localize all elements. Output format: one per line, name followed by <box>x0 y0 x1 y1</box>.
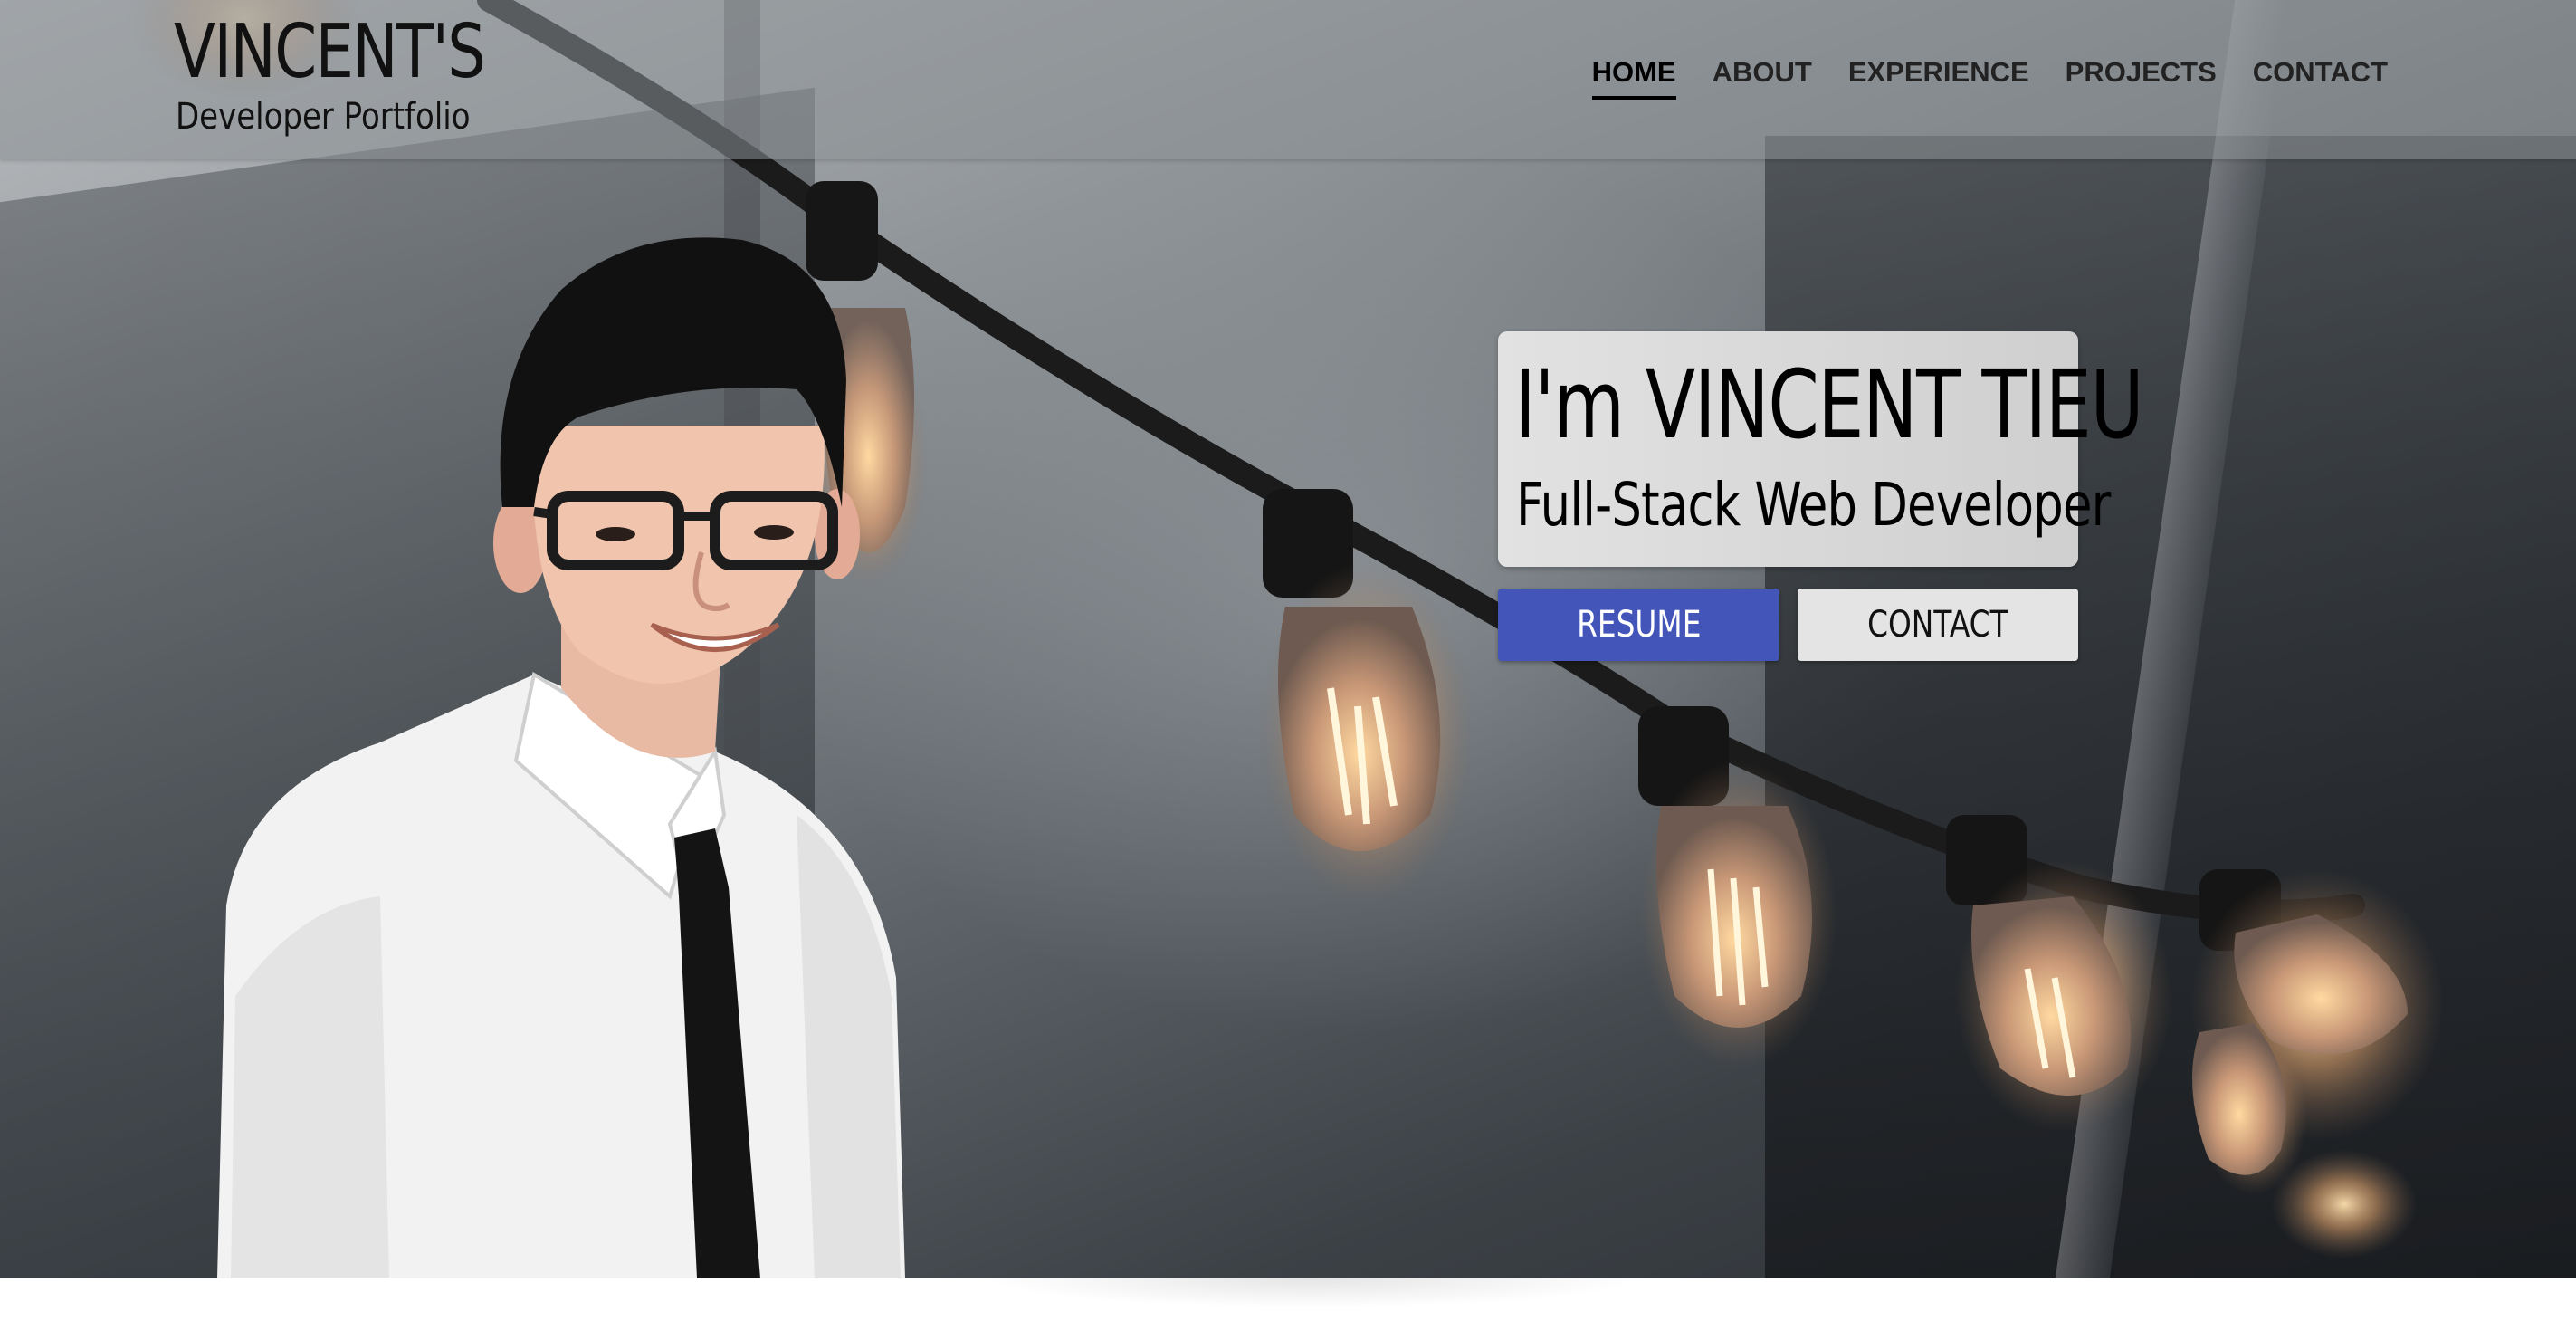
top-navigation-bar: VINCENT'S Developer Portfolio HOME ABOUT… <box>0 0 2576 159</box>
intro-card: I'm VINCENT TIEU Full-Stack Web Develope… <box>1498 331 2144 567</box>
nav-links: HOME ABOUT EXPERIENCE PROJECTS CONTACT <box>1591 53 2388 100</box>
next-section-shadow <box>905 1278 1720 1331</box>
hero-section <box>0 0 2576 1278</box>
brand-subtitle: Developer Portfolio <box>176 96 471 138</box>
nav-link-contact[interactable]: CONTACT <box>2253 53 2388 100</box>
profile-photo <box>217 237 905 1278</box>
nav-link-projects[interactable]: PROJECTS <box>2066 53 2217 100</box>
brand-title[interactable]: VINCENT'S <box>174 9 486 96</box>
nav-link-home[interactable]: HOME <box>1591 53 1676 100</box>
intro-name-heading: I'm VINCENT TIEU <box>1514 350 2144 460</box>
intro-role-subheading: Full-Stack Web Developer <box>1516 470 2111 540</box>
contact-button[interactable]: CONTACT <box>1798 589 2078 661</box>
contact-button-label: CONTACT <box>1867 604 2008 646</box>
resume-button-label: RESUME <box>1576 604 1702 646</box>
nav-link-experience[interactable]: EXPERIENCE <box>1848 53 2029 100</box>
resume-button[interactable]: RESUME <box>1498 589 1779 661</box>
nav-link-about[interactable]: ABOUT <box>1713 53 1812 100</box>
